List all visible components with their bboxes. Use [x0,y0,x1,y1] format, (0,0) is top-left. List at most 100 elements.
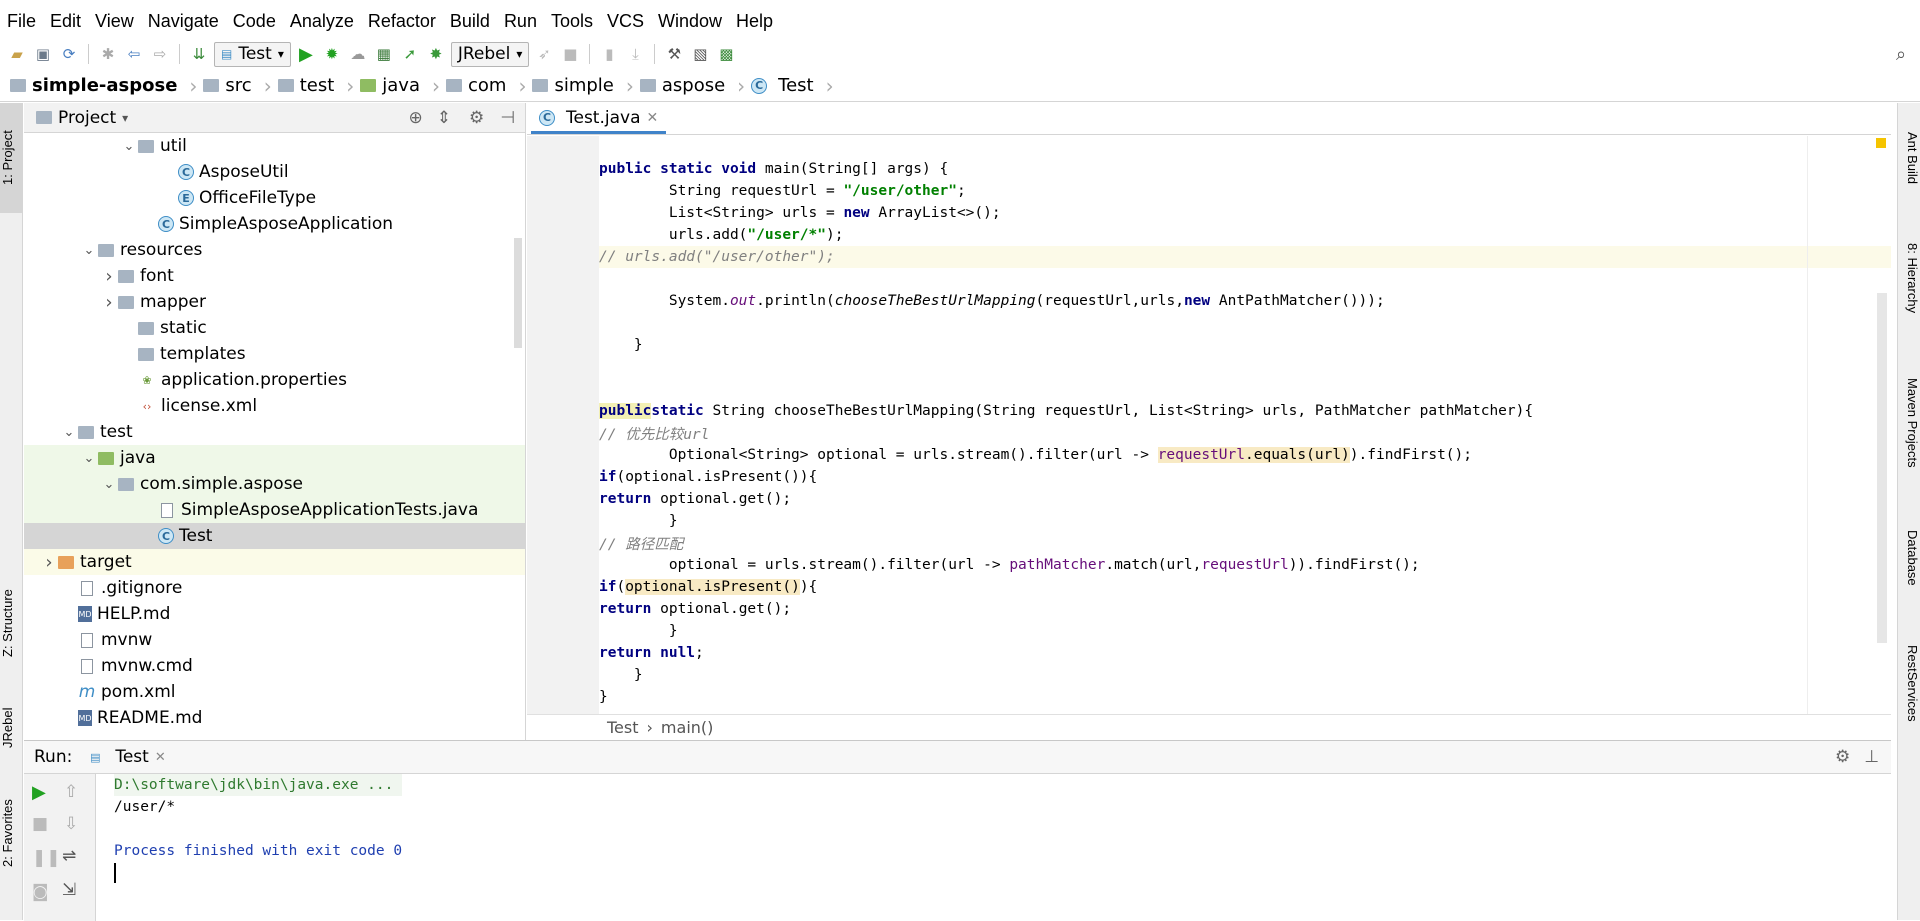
tree-item[interactable]: ⌄ resources [24,237,525,263]
gear-icon[interactable]: ⚙ [469,108,484,128]
tab-database[interactable]: Database [1897,513,1920,603]
menu-window[interactable]: Window [651,11,729,32]
tab-jrebel[interactable]: JRebel [0,698,23,758]
tree-item[interactable]: templates [24,341,525,367]
collapse-all-icon[interactable]: ⇕ [437,108,451,128]
editor-tab-test-java[interactable]: C Test.java ✕ [531,104,667,134]
chevron-down-icon[interactable]: ⌄ [80,243,98,258]
jrebel-update-icon[interactable]: ➶ [533,43,555,65]
breadcrumb-item[interactable]: aspose [639,75,731,96]
chevron-down-icon[interactable]: ⌄ [100,477,118,492]
sdk-icon[interactable]: ▩ [715,43,737,65]
tree-item[interactable]: mvnw.cmd [24,653,525,679]
search-icon[interactable]: ⌕ [1890,43,1912,65]
dump-threads-icon[interactable]: ◙ [32,882,49,902]
tree-item[interactable]: E OfficeFileType [24,185,525,211]
breadcrumb-item[interactable]: simple-aspose [10,75,183,96]
run-icon[interactable]: ▶ [295,43,317,65]
menu-view[interactable]: View [88,11,141,32]
scroll-up-icon[interactable]: ⇧ [64,782,78,802]
tab-ant-build[interactable]: Ant Build [1897,113,1920,203]
menu-file[interactable]: File [0,11,43,32]
tree-item[interactable]: › mapper [24,289,525,315]
jrebel-debug-icon[interactable]: ✸ [425,43,447,65]
tree-item[interactable]: › font [24,263,525,289]
tree-item[interactable]: C SimpleAsposeApplication [24,211,525,237]
tab-structure[interactable]: Z: Structure [0,573,23,673]
breadcrumb-item[interactable]: src [203,75,257,96]
run-tab-test[interactable]: ▤ Test ✕ [86,747,166,767]
chevron-down-icon[interactable]: ⌄ [120,139,138,154]
tree-item[interactable]: ⌄ test [24,419,525,445]
console-output[interactable]: D:\software\jdk\bin\java.exe ... /user/*… [114,774,403,884]
breadcrumb-item[interactable]: com [445,75,512,96]
tree-item[interactable]: ⌄ util [24,133,525,159]
tree-item[interactable]: static [24,315,525,341]
breadcrumb-item[interactable]: simple [532,75,619,96]
close-icon[interactable]: ✕ [647,110,659,126]
rerun-icon[interactable]: ▶ [32,782,46,803]
coverage-icon[interactable]: ☁ [347,43,369,65]
tree-item[interactable]: .gitignore [24,575,525,601]
tree-item[interactable]: C Test [24,523,525,549]
sync-icon[interactable]: ⟳ [58,43,80,65]
tree-item[interactable]: C AsposeUtil [24,159,525,185]
chevron-right-icon[interactable]: › [100,266,118,287]
open-folder-icon[interactable]: ▰ [6,43,28,65]
tree-item[interactable]: mvnw [24,627,525,653]
warning-marker[interactable] [1876,138,1886,148]
tree-item[interactable]: MD HELP.md [24,601,525,627]
stop-icon[interactable]: ■ [559,43,581,65]
back-icon[interactable]: ⇦ [123,43,145,65]
tab-hierarchy[interactable]: 8: Hierarchy [1897,223,1920,333]
hide-panel-icon[interactable]: ⊥ [1864,747,1879,767]
run-config-select[interactable]: ▤ Test ▾ [214,41,291,67]
save-icon[interactable]: ▣ [32,43,54,65]
menu-vcs[interactable]: VCS [600,11,651,32]
scroll-to-end-icon[interactable]: ⇲ [62,880,76,900]
menu-help[interactable]: Help [729,11,780,32]
settings-wrench-icon[interactable]: ⚒ [663,43,685,65]
profile-icon[interactable]: ▦ [373,43,395,65]
vcs-update-icon[interactable]: ⤓ [624,43,646,65]
menu-build[interactable]: Build [443,11,497,32]
gear-icon[interactable]: ⚙ [1835,747,1850,767]
tree-item[interactable]: ‹› license.xml [24,393,525,419]
editor-breadcrumb-item[interactable]: Test [607,718,639,737]
jrebel-config-select[interactable]: JRebel ▾ [450,41,530,67]
tree-item[interactable]: ⌄ com.simple.aspose [24,471,525,497]
soft-wrap-icon[interactable]: ⇌ [62,846,76,866]
scroll-from-source-icon[interactable]: ⊕ [408,108,422,128]
vcs-commit-icon[interactable]: ▮ [598,43,620,65]
tab-maven-projects[interactable]: Maven Projects [1897,353,1920,493]
menu-navigate[interactable]: Navigate [141,11,226,32]
chevron-down-icon[interactable]: ⌄ [80,451,98,466]
tab-rest-services[interactable]: RestServices [1897,623,1920,743]
jrebel-run-icon[interactable]: ➚ [399,43,421,65]
chevron-down-icon[interactable]: ▾ [122,111,128,125]
breadcrumb-item[interactable]: C Test [751,75,819,96]
menu-run[interactable]: Run [497,11,544,32]
project-panel-title[interactable]: Project [58,108,116,128]
tree-item[interactable]: MD README.md [24,705,525,731]
scroll-down-icon[interactable]: ⇩ [64,814,78,834]
scrollbar[interactable] [514,238,522,348]
debug-bug-icon[interactable]: ✱ [97,43,119,65]
tree-item[interactable]: ❀ application.properties [24,367,525,393]
tab-favorites[interactable]: 2: Favorites [0,783,23,883]
menu-refactor[interactable]: Refactor [361,11,443,32]
tree-item[interactable]: SimpleAsposeApplicationTests.java [24,497,525,523]
menu-tools[interactable]: Tools [544,11,600,32]
tree-item[interactable]: m pom.xml [24,679,525,705]
menu-edit[interactable]: Edit [43,11,88,32]
editor-breadcrumb-item[interactable]: main() [661,718,713,737]
stop-icon[interactable]: ■ [32,814,48,834]
tree-item[interactable]: › target [24,549,525,575]
debug-icon[interactable]: ✹ [321,43,343,65]
breadcrumb-item[interactable]: test [277,75,341,96]
chevron-right-icon[interactable]: › [40,552,58,573]
pause-icon[interactable]: ❚❚ [32,848,61,868]
hide-panel-icon[interactable]: ⊣ [500,108,515,128]
scrollbar[interactable] [1877,293,1887,643]
code-area[interactable]: 11 12▶ public static void main(String[] … [599,136,1891,714]
